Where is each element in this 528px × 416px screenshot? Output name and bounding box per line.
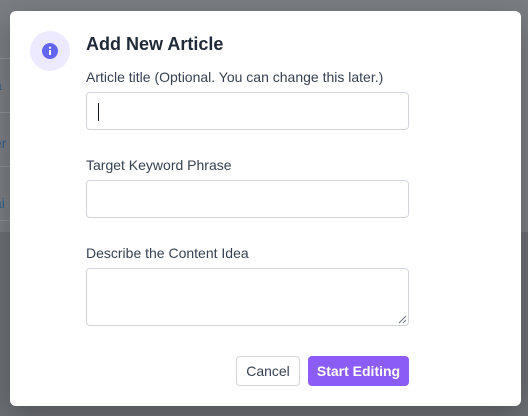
content-idea-textarea[interactable] — [86, 268, 409, 326]
article-title-label: Article title (Optional. You can change … — [86, 69, 384, 85]
background-link: er — [0, 135, 7, 151]
start-editing-button[interactable]: Start Editing — [308, 356, 409, 386]
background-link: ai — [0, 195, 5, 211]
keyword-input[interactable] — [86, 180, 409, 218]
text-caret — [98, 103, 99, 121]
content-idea-label: Describe the Content Idea — [86, 245, 249, 261]
dialog-title: Add New Article — [86, 34, 224, 54]
add-article-dialog: Add New Article Article title (Optional.… — [10, 11, 521, 406]
background-link: a — [0, 77, 2, 93]
info-icon — [42, 43, 58, 59]
article-title-input[interactable] — [86, 92, 409, 130]
keyword-label: Target Keyword Phrase — [86, 157, 232, 173]
cancel-button[interactable]: Cancel — [236, 356, 300, 386]
info-icon-badge — [30, 31, 70, 71]
resize-grip-icon[interactable] — [397, 314, 407, 324]
